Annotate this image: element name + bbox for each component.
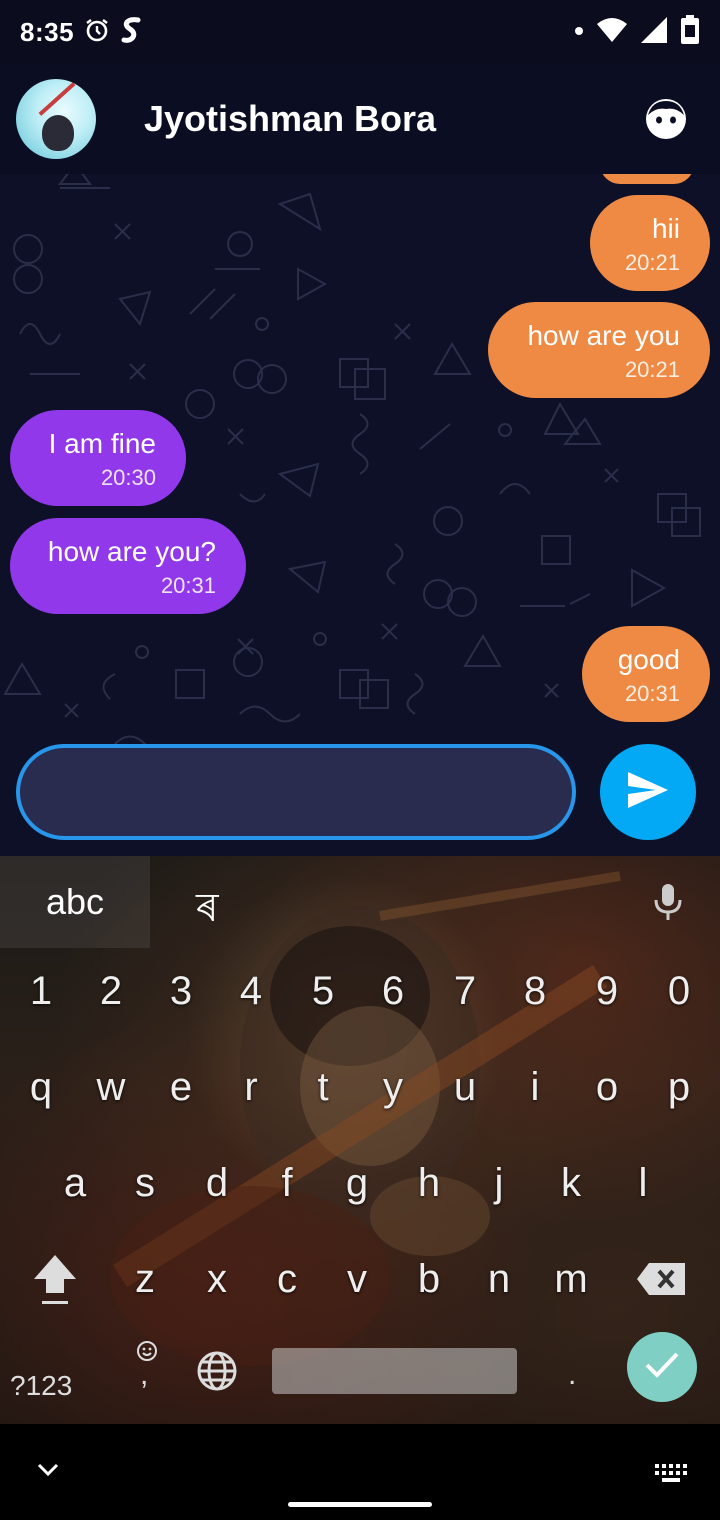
signal-icon xyxy=(640,16,668,49)
key-7[interactable]: 7 xyxy=(430,946,500,1036)
home-handle[interactable] xyxy=(288,1502,432,1507)
message-text: hii xyxy=(651,213,680,244)
key-9[interactable]: 9 xyxy=(572,946,642,1036)
key-5[interactable]: 5 xyxy=(288,946,358,1036)
key-6[interactable]: 6 xyxy=(358,946,428,1036)
tab-abc[interactable]: abc xyxy=(0,856,150,948)
message-text: how are you xyxy=(527,320,680,351)
key-k[interactable]: k xyxy=(536,1138,606,1228)
key-t[interactable]: t xyxy=(288,1042,358,1132)
keyboard-row-2: a s d f g h j k l xyxy=(0,1138,720,1228)
key-p[interactable]: p xyxy=(644,1042,714,1132)
key-r[interactable]: r xyxy=(216,1042,286,1132)
key-q[interactable]: q xyxy=(6,1042,76,1132)
send-button[interactable] xyxy=(600,744,696,840)
key-z[interactable]: z xyxy=(110,1234,180,1324)
key-4[interactable]: 4 xyxy=(216,946,286,1036)
dot-icon xyxy=(574,23,584,41)
status-bar: 8:35 xyxy=(0,0,720,64)
key-n[interactable]: n xyxy=(464,1234,534,1324)
alarm-icon xyxy=(84,17,110,48)
space-bar[interactable] xyxy=(272,1348,517,1394)
tab-bengali[interactable]: ৰ xyxy=(196,876,219,943)
done-button[interactable] xyxy=(627,1332,697,1402)
key-w[interactable]: w xyxy=(76,1042,146,1132)
wifi-icon xyxy=(596,17,628,48)
emoji-comma-key[interactable]: , xyxy=(132,1340,162,1392)
send-icon xyxy=(626,770,670,815)
message-time: 20:21 xyxy=(624,250,680,275)
key-i[interactable]: i xyxy=(500,1042,570,1132)
message-time: 20:31 xyxy=(160,573,216,598)
key-s[interactable]: s xyxy=(110,1138,180,1228)
message-bubble-outgoing[interactable]: good 20:31 xyxy=(582,626,710,722)
check-icon xyxy=(644,1350,680,1385)
contact-name: Jyotishman Bora xyxy=(144,98,437,139)
key-x[interactable]: x xyxy=(182,1234,252,1324)
message-input[interactable] xyxy=(16,744,576,840)
key-o[interactable]: o xyxy=(572,1042,642,1132)
mic-icon[interactable] xyxy=(652,882,684,927)
keyboard-row-3: z x c v b n m xyxy=(0,1234,720,1324)
key-v[interactable]: v xyxy=(322,1234,392,1324)
message-bubble-outgoing[interactable]: how are you 20:21 xyxy=(488,302,710,398)
message-bubble-incoming[interactable]: how are you? 20:31 xyxy=(10,518,246,614)
message-bubble-incoming[interactable]: I am fine 20:30 xyxy=(10,410,186,506)
key-1[interactable]: 1 xyxy=(6,946,76,1036)
key-b[interactable]: b xyxy=(394,1234,464,1324)
message-text: I am fine xyxy=(48,428,156,459)
key-h[interactable]: h xyxy=(394,1138,464,1228)
key-e[interactable]: e xyxy=(146,1042,216,1132)
s-app-icon xyxy=(120,16,142,49)
globe-icon[interactable] xyxy=(196,1350,238,1397)
keyboard-row-1: q w e r t y u i o p xyxy=(0,1042,720,1132)
chevron-down-icon[interactable] xyxy=(36,1462,60,1483)
period-key[interactable]: . xyxy=(568,1358,576,1392)
keyboard-top-bar: abc ৰ xyxy=(0,856,720,948)
status-time: 8:35 xyxy=(20,16,75,47)
key-u[interactable]: u xyxy=(430,1042,500,1132)
message-text: how are you? xyxy=(47,536,216,567)
message-bubble-outgoing[interactable]: hii 20:21 xyxy=(590,195,710,291)
message-bubble-partial xyxy=(600,174,694,184)
key-l[interactable]: l xyxy=(608,1138,678,1228)
shift-key[interactable] xyxy=(20,1234,90,1324)
key-f[interactable]: f xyxy=(252,1138,322,1228)
symbols-key[interactable]: ?123 xyxy=(10,1370,72,1402)
message-time: 20:30 xyxy=(100,465,156,490)
key-c[interactable]: c xyxy=(252,1234,322,1324)
key-j[interactable]: j xyxy=(464,1138,534,1228)
key-8[interactable]: 8 xyxy=(500,946,570,1036)
keyboard-icon[interactable] xyxy=(654,1462,688,1489)
battery-icon xyxy=(680,14,700,50)
avatar[interactable] xyxy=(16,79,96,159)
key-3[interactable]: 3 xyxy=(146,946,216,1036)
message-text: good xyxy=(617,644,680,675)
key-y[interactable]: y xyxy=(358,1042,428,1132)
message-time: 20:31 xyxy=(624,681,680,706)
key-a[interactable]: a xyxy=(40,1138,110,1228)
key-d[interactable]: d xyxy=(182,1138,252,1228)
key-m[interactable]: m xyxy=(536,1234,606,1324)
face-icon[interactable] xyxy=(642,95,690,143)
key-0[interactable]: 0 xyxy=(644,946,714,1036)
comma-label: , xyxy=(140,1358,149,1391)
message-time: 20:21 xyxy=(624,357,680,382)
backspace-key[interactable] xyxy=(626,1234,696,1324)
key-2[interactable]: 2 xyxy=(76,946,146,1036)
chat-header: Jyotishman Bora xyxy=(0,64,720,174)
keyboard-number-row: 1 2 3 4 5 6 7 8 9 0 xyxy=(0,946,720,1036)
key-g[interactable]: g xyxy=(322,1138,392,1228)
